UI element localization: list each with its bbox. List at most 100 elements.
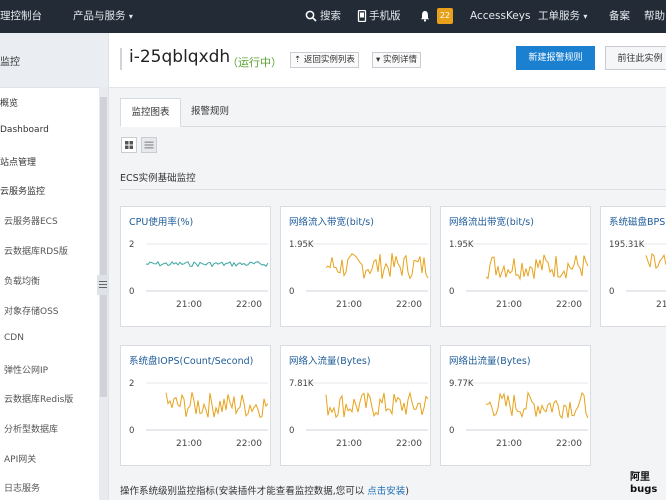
new-alarm-rule-button[interactable]: 新建报警规则 [516,46,595,70]
chart-card[interactable]: 网络出流量(Bytes) 9.77K 0 21:00 22:00 [440,345,591,466]
scrollbar-thumb[interactable] [100,97,107,397]
instance-detail-label: 实例详情 [382,55,417,65]
title-divider [120,48,122,70]
instance-detail-button[interactable]: ▾ 实例详情 [372,52,421,68]
y-min-label: 0 [129,426,134,436]
bell-icon[interactable] [419,10,431,22]
os-monitor-note: 操作系统级别监控指标(安装插件才能查看监控数据,您可以 点击安装) [120,483,409,497]
tickets-label: 工单服务 [538,10,580,22]
y-max-label: 1.95K [449,240,474,250]
chart-card[interactable]: CPU使用率(%) 2 0 21:00 22:00 [120,206,271,327]
x-tick-label: 21:00 [336,300,362,310]
watermark-line: bugs [630,484,658,495]
chart-plot: 7.81K 0 21:00 22:00 [289,379,429,449]
mobile-icon [357,10,367,22]
sidebar-item-ads[interactable]: 分析型数据库 [4,422,58,435]
back-to-list-label: 返回实例列表 [303,55,355,65]
help-link[interactable]: 帮助 [644,0,665,33]
search-icon [305,10,317,22]
x-tick-label: 21:00 [496,439,522,449]
sidebar-item-log-service[interactable]: 日志服务 [4,481,40,494]
x-tick-label: 21:00 [336,439,362,449]
goto-instance-button[interactable]: 前往此实例 [605,46,666,70]
sidebar-item-rds[interactable]: 云数据库RDS版 [4,244,68,257]
y-min-label: 0 [449,287,454,297]
instance-id: i-25qblqxdh [129,47,231,67]
chart-plot: 1.95K 0 21:00 22:00 [289,240,429,310]
back-to-list-button[interactable]: ⇡ 返回实例列表 [290,52,359,68]
status-badge: （运行中） [227,56,282,69]
chart-card[interactable]: 网络流入带宽(bit/s) 1.95K 0 21:00 22:00 [280,206,431,327]
sidebar-item-dashboard[interactable]: Dashboard [0,125,49,135]
y-min-label: 0 [289,426,294,436]
install-plugin-link[interactable]: 点击安装 [367,486,405,497]
search-link[interactable]: 搜索 [320,0,341,33]
os-monitor-text-tail: ) [405,486,409,497]
watermark: 阿里 bugs [630,472,657,496]
tab-bar: 监控图表 报警规则 [120,98,666,127]
y-min-label: 0 [129,287,134,297]
sidebar-item-overview[interactable]: 概览 [0,96,18,109]
chart-plot: 1.95K 0 21:00 22:00 [449,240,589,310]
menu-icon [99,284,107,285]
tickets-menu[interactable]: 工单服务 ▾ [538,0,587,33]
section-divider [120,189,666,190]
series-line [485,254,589,281]
chart-card[interactable]: 系统磁盘BPS195.31K021:00 [600,206,666,327]
y-max-label: 9.77K [449,379,474,389]
tab-monitor-charts[interactable]: 监控图表 [120,98,181,127]
sidebar-item-ecs[interactable]: 云服务器ECS [4,214,58,227]
x-tick-label: 21:00 [656,300,666,310]
beian-link[interactable]: 备案 [609,0,630,33]
sidebar-item-oss[interactable]: 对象存储OSS [4,304,59,317]
x-tick-label: 22:00 [556,439,582,449]
chart-plot: 2 0 21:00 22:00 [129,240,269,310]
y-max-label: 7.81K [289,379,314,389]
series-line [645,252,666,270]
chart-card[interactable]: 网络流出带宽(bit/s) 1.95K 0 21:00 22:00 [440,206,591,327]
products-label: 产品与服务 [73,10,126,22]
sidebar-item-api-gateway[interactable]: API网关 [4,452,36,465]
os-monitor-text: 操作系统级别监控指标(安装插件才能查看监控数据,您可以 [120,486,368,497]
x-tick-label: 22:00 [556,300,582,310]
series-line [325,253,429,280]
notification-badge[interactable]: 22 [437,8,453,24]
chart-plot: 9.77K 0 21:00 22:00 [449,379,589,449]
mobile-link[interactable]: 手机版 [369,0,401,33]
y-max-label: 195.31K [609,240,645,250]
sidebar-header: 监控 [0,33,108,88]
sidebar-item-site-management[interactable]: 站点管理 [0,155,36,168]
x-tick-label: 22:00 [236,439,262,449]
products-menu[interactable]: 产品与服务 ▾ [73,0,133,33]
chart-plot: 195.31K 0 21:00 [609,240,666,310]
list-icon [144,141,154,149]
x-tick-label: 21:00 [176,439,202,449]
sidebar: 监控 概览 Dashboard 站点管理 云服务监控 云服务器ECS 云数据库R… [0,33,109,500]
y-max-label: 1.95K [289,240,314,250]
sidebar-item-cdn[interactable]: CDN [4,333,24,343]
sidebar-collapse-handle[interactable] [97,275,109,295]
grid-view-button[interactable] [121,137,137,153]
y-max-label: 2 [129,379,134,389]
sidebar-item-eip[interactable]: 弹性公网IP [4,363,48,376]
x-tick-label: 22:00 [396,300,422,310]
sidebar-item-slb[interactable]: 负载均衡 [4,274,40,287]
accesskeys-link[interactable]: AccessKeys [470,0,530,33]
x-tick-label: 22:00 [236,300,262,310]
sidebar-item-redis[interactable]: 云数据库Redis版 [4,392,73,405]
grid-icon [125,141,133,149]
tab-alarm-rules[interactable]: 报警规则 [181,98,239,126]
sidebar-item-cloud-monitor[interactable]: 云服务监控 [0,184,45,197]
console-title[interactable]: 理控制台 [0,0,42,33]
y-min-label: 0 [609,287,614,297]
list-view-button[interactable] [141,137,157,153]
back-arrow-icon: ⇡ [294,55,302,65]
series-line [145,261,269,268]
x-tick-label: 21:00 [176,300,202,310]
chart-card[interactable]: 系统盘IOPS(Count/Second) 2 0 21:00 22:00 [120,345,271,466]
chart-card[interactable]: 网络入流量(Bytes) 7.81K 0 21:00 22:00 [280,345,431,466]
y-min-label: 0 [289,287,294,297]
x-tick-label: 21:00 [496,300,522,310]
series-line [325,391,429,419]
series-line [486,390,589,420]
